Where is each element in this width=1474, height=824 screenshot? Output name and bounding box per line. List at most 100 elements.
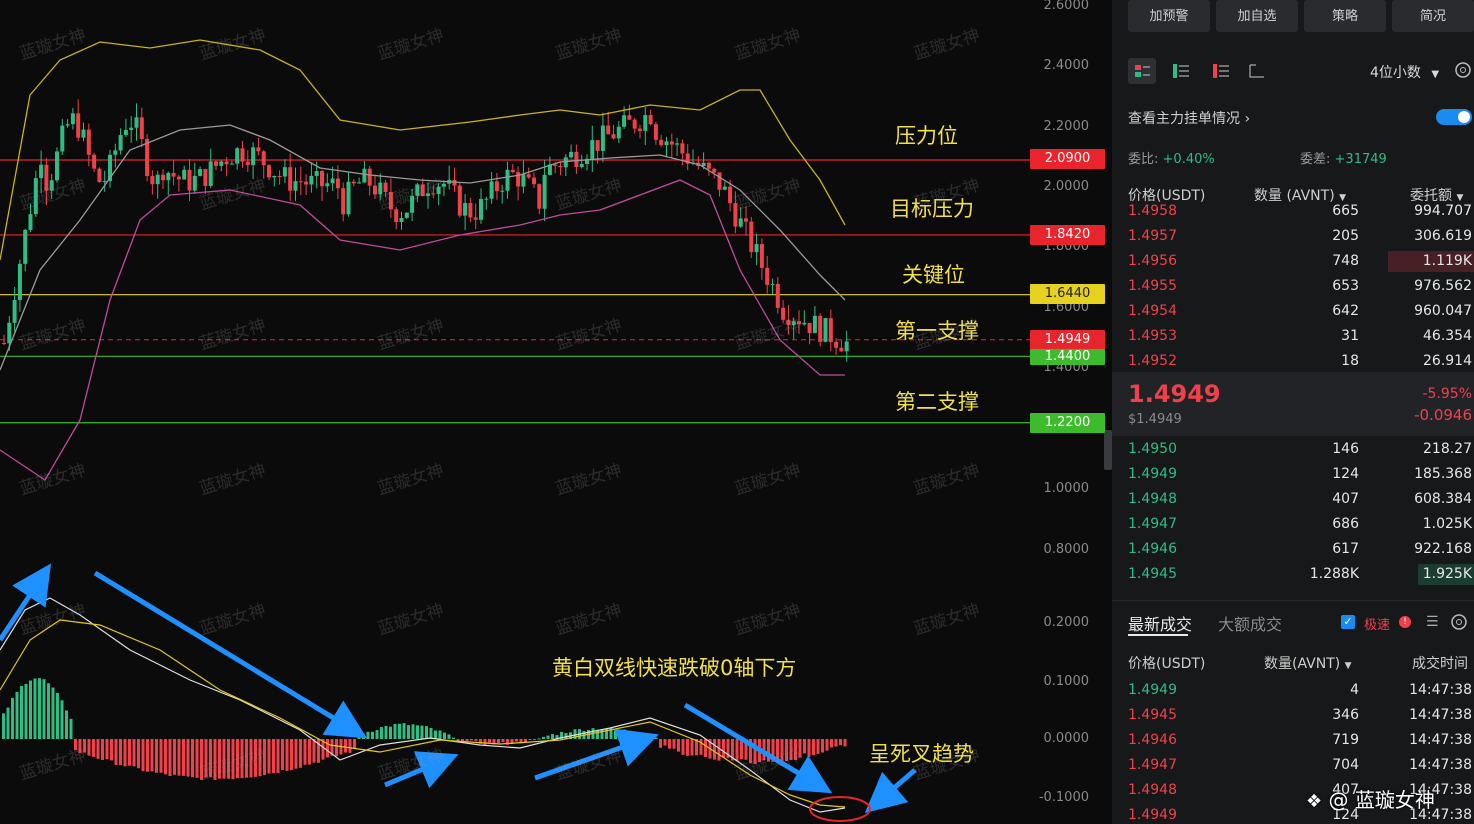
macd-histogram-bar [704,739,707,758]
macd-histogram-bar [267,739,271,774]
bid-row[interactable]: 1.4946 617 922.168 [1112,537,1474,562]
macd-histogram-bar [681,739,685,755]
main-orders-link[interactable]: 查看主力挂单情况 › [1128,108,1250,128]
macd-histogram-bar [83,739,86,753]
candle-body [606,125,611,135]
add-favorite-button[interactable]: 加自选 [1216,0,1298,32]
tab-latest-trades[interactable]: 最新成交 [1128,611,1192,635]
bid-row[interactable]: 1.4945 1.288K 1.925K [1112,562,1474,587]
macd-histogram-bar [227,739,230,779]
settings-icon[interactable] [1454,61,1472,83]
macd-histogram-bar [213,739,217,780]
candle-body [611,134,616,139]
trade-time: 14:47:38 [1409,732,1472,748]
ask-row[interactable]: 1.4952 18 26.914 [1112,349,1474,374]
macd-histogram-bar [33,678,37,739]
macd-histogram-bar [290,739,293,771]
macd-histogram-bar [425,726,428,739]
depth-view-icon[interactable] [1248,62,1266,84]
macd-histogram-bar [87,739,91,756]
bid-row[interactable]: 1.4950 146 218.27 [1112,437,1474,462]
candle-body [479,199,483,220]
candle-body [33,178,38,215]
macd-histogram-bar [60,700,64,739]
panel-resize-handle [1104,430,1112,470]
candle-body [203,169,208,186]
macd-histogram-bar [429,727,433,739]
add-alert-button[interactable]: 加预警 [1128,0,1210,32]
decimals-select[interactable]: 4位小数 ▼ [1370,62,1439,82]
ask-row[interactable]: 1.4953 31 46.354 [1112,324,1474,349]
macd-histogram-bar [285,739,289,771]
price-chart[interactable]: 2.6000 2.4000 2.2000 2.0000 1.8000 1.600… [0,0,1112,824]
ask-row[interactable]: 1.4954 642 960.047 [1112,299,1474,324]
ask-row[interactable]: 1.4958 665 994.707 [1112,199,1474,224]
macd-histogram-bar [51,687,55,739]
qty-cell: 31 [1341,328,1359,344]
macd-histogram-bar [218,739,221,779]
macd-histogram-bar [155,739,158,773]
macd-histogram-bar [15,691,19,739]
list-icon[interactable]: ☰ [1426,614,1439,630]
info-icon[interactable]: ! [1399,616,1411,628]
macd-histogram-bar [780,739,784,762]
total-cell: 960.047 [1414,303,1472,319]
candle-body [65,124,70,126]
trade-price: 1.4949 [1128,807,1177,823]
macd-histogram-bar [69,718,73,739]
macd-histogram-bar [146,739,149,772]
candle-body [39,164,44,179]
qty-cell: 1.288K [1309,566,1359,582]
chevron-right-icon: › [1244,111,1251,127]
speed-checkbox[interactable]: ✓ [1341,615,1355,629]
macd-histogram-bar [164,739,167,775]
macd-histogram-bar [794,739,797,761]
bids-view-icon[interactable] [1172,62,1190,84]
both-sides-view-icon[interactable] [1128,58,1156,84]
macd-histogram-bar [353,739,356,749]
trade-col-qty[interactable]: 数量(AVNT) ▼ [1264,653,1352,673]
candle-body [245,161,250,166]
candle-body [129,127,134,130]
tab-large-trades[interactable]: 大额成交 [1218,611,1282,635]
macd-histogram-bar [366,731,370,739]
candle-body [484,198,489,200]
bid-row[interactable]: 1.4947 686 1.025K [1112,512,1474,537]
candle-body [659,139,664,146]
candle-body [97,168,102,183]
ask-row[interactable]: 1.4956 748 1.119K [1112,249,1474,274]
macd-histogram-bar [263,739,266,776]
candle-body [733,203,738,227]
macd-histogram-bar [488,739,491,743]
bid-row[interactable]: 1.4948 407 608.384 [1112,487,1474,512]
settings-icon[interactable] [1450,613,1468,635]
candle-body [261,151,266,166]
trade-qty: 704 [1332,757,1359,773]
bid-row[interactable]: 1.4949 124 185.368 [1112,462,1474,487]
main-orders-toggle[interactable] [1436,109,1472,125]
level-tag: 1.6440 [1030,284,1105,304]
macd-histogram-bar [182,739,185,776]
candle-body [150,176,155,185]
total-cell: 1.025K [1422,516,1472,532]
macd-histogram-bar [195,739,199,778]
candle-body [839,347,844,352]
candle-body [251,147,256,166]
chevron-down-icon: ▼ [1344,661,1352,671]
candle-body [256,147,261,152]
ask-row[interactable]: 1.4955 653 976.562 [1112,274,1474,299]
total-cell: 185.368 [1414,466,1472,482]
price-cell: 1.4956 [1128,253,1177,269]
macd-histogram-bar [281,739,284,771]
total-cell: 1.925K [1422,566,1472,582]
asks-view-icon[interactable] [1212,62,1230,84]
divider [1112,600,1474,601]
macd-histogram-bar [834,739,838,747]
ask-row[interactable]: 1.4957 205 306.619 [1112,224,1474,249]
overview-button[interactable]: 简况 [1392,0,1474,32]
candle-body [12,300,17,323]
strategy-button[interactable]: 策略 [1304,0,1386,32]
macd-histogram-bar [326,739,329,758]
candle-body [770,283,775,285]
macd-histogram-bar [789,739,793,761]
